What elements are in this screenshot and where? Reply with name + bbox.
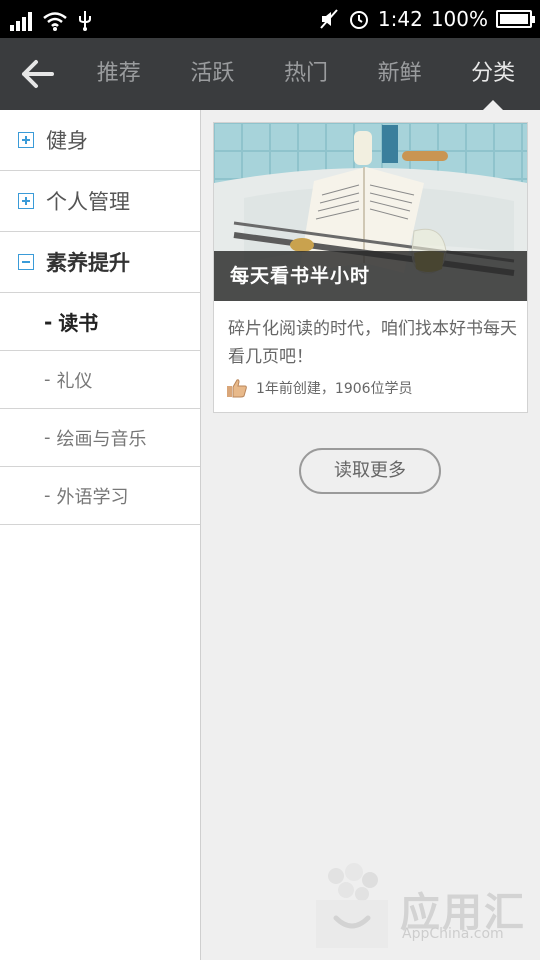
category-personal-management[interactable]: 个人管理 bbox=[0, 171, 200, 232]
subcategory-foreign-language[interactable]: - 外语学习 bbox=[0, 467, 200, 525]
category-label: 健身 bbox=[46, 129, 88, 153]
appchina-watermark: 应用汇 AppChina.com bbox=[312, 862, 532, 952]
watermark-site: AppChina.com bbox=[402, 926, 504, 942]
back-arrow-icon[interactable] bbox=[18, 56, 58, 92]
category-label: 素养提升 bbox=[46, 251, 130, 275]
appchina-logo-icon bbox=[316, 863, 388, 948]
category-sidebar: 健身 个人管理 素养提升 - 读书 - 礼仪 - 绘画与音乐 - 外语学习 bbox=[0, 110, 201, 960]
card-description: 碎片化阅读的时代，咱们找本好书每天看几页吧！ bbox=[228, 319, 517, 367]
subcategory-label: 读书 bbox=[58, 311, 99, 335]
tab-new[interactable]: 新鲜 bbox=[353, 38, 447, 110]
wifi-icon bbox=[43, 12, 67, 31]
usb-icon bbox=[79, 11, 91, 31]
card-meta-text: 1年前创建，1906位学员 bbox=[256, 381, 413, 397]
subcategory-painting-music[interactable]: - 绘画与音乐 bbox=[0, 409, 200, 467]
alarm-icon bbox=[349, 11, 368, 29]
thumbs-up-icon bbox=[227, 379, 247, 398]
card-title: 每天看书半小时 bbox=[214, 251, 527, 301]
tab-active[interactable]: 活跃 bbox=[166, 38, 260, 110]
tab-recommend[interactable]: 推荐 bbox=[72, 38, 166, 110]
load-more-button[interactable]: 读取更多 bbox=[299, 448, 441, 494]
subcategory-label: 礼仪 bbox=[56, 370, 93, 392]
expand-icon bbox=[18, 132, 34, 148]
battery-icon bbox=[496, 10, 535, 28]
tab-bar: 推荐 活跃 热门 新鲜 分类 bbox=[72, 38, 540, 110]
card-meta: 1年前创建，1906位学员 bbox=[226, 378, 413, 398]
tab-hot[interactable]: 热门 bbox=[259, 38, 353, 110]
collapse-icon bbox=[18, 254, 34, 270]
top-nav-bar: 推荐 活跃 热门 新鲜 分类 bbox=[0, 38, 540, 110]
subcategory-reading[interactable]: - 读书 bbox=[0, 293, 200, 351]
clock-text: 1:42 bbox=[377, 7, 423, 31]
status-bar: 1:42 100% bbox=[0, 0, 540, 38]
group-card[interactable]: 每天看书半小时 碎片化阅读的时代，咱们找本好书每天看几页吧！ 1年前创建，190… bbox=[213, 122, 528, 413]
expand-icon bbox=[18, 193, 34, 209]
category-self-improvement[interactable]: 素养提升 bbox=[0, 232, 200, 293]
tab-category[interactable]: 分类 bbox=[446, 38, 540, 110]
battery-percent: 100% bbox=[430, 7, 488, 31]
category-fitness[interactable]: 健身 bbox=[0, 110, 200, 171]
subcategory-label: 外语学习 bbox=[56, 486, 129, 508]
subcategory-etiquette[interactable]: - 礼仪 bbox=[0, 351, 200, 409]
category-label: 个人管理 bbox=[46, 190, 130, 214]
subcategory-label: 绘画与音乐 bbox=[56, 428, 147, 450]
signal-icon bbox=[10, 11, 32, 31]
mute-icon bbox=[320, 9, 338, 29]
